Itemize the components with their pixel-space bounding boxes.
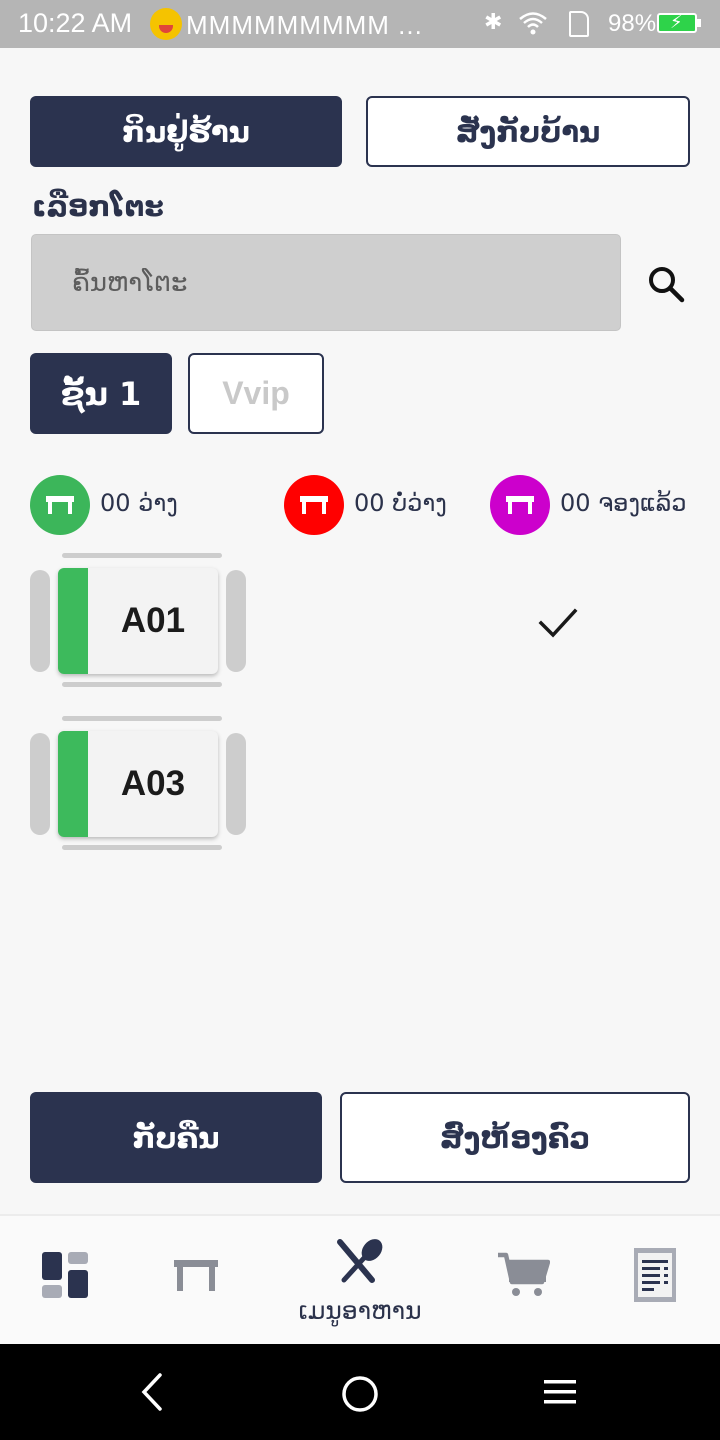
table-item-a01[interactable]: A01 — [30, 553, 246, 689]
back-button[interactable]: ກັບຄືນ — [30, 1092, 322, 1183]
legend-occupied: 00 ບໍ່ວ່າງ — [354, 489, 447, 517]
reserved-table-icon — [490, 475, 550, 535]
system-navigation-bar — [0, 1344, 720, 1440]
chair-left — [30, 733, 50, 835]
menu-nav-icon[interactable] — [542, 1376, 578, 1408]
dine-in-button[interactable]: ກິນຢູ່ຮ້ານ — [30, 96, 342, 167]
table-item-a03[interactable]: A03 — [30, 716, 246, 852]
takeaway-button[interactable]: ສັ່ງກັບບ້ານ — [366, 96, 690, 167]
status-time: 10:22 AM — [18, 8, 133, 38]
chair-top — [62, 553, 222, 558]
receipt-icon[interactable] — [634, 1248, 676, 1302]
emoji-icon — [150, 8, 182, 40]
occupied-table-icon — [284, 475, 344, 535]
chair-bottom — [62, 845, 222, 850]
bluetooth-icon: ✱ — [484, 10, 503, 35]
select-table-label: ເລືອກໂຕະ — [32, 190, 164, 223]
status-bar: 10:22 AM MMMMMMMMM ... ✱ 98% ⚡ — [0, 0, 720, 48]
table-search-input[interactable] — [32, 235, 620, 330]
cart-icon[interactable] — [498, 1252, 550, 1300]
table-card: A01 — [58, 568, 218, 674]
home-nav-icon[interactable] — [340, 1374, 380, 1414]
table-status-stripe — [58, 568, 88, 674]
table-search-box — [31, 234, 621, 331]
nav-label-food-menu: ເມນູອາຫານ — [298, 1296, 422, 1325]
wifi-icon — [519, 12, 547, 35]
table-card: A03 — [58, 731, 218, 837]
charging-icon: ⚡ — [670, 12, 683, 33]
table-icon[interactable] — [172, 1258, 220, 1294]
floor-tab-1[interactable]: ຊັ້ນ 1 — [30, 353, 172, 434]
table-name: A01 — [120, 601, 186, 640]
battery-percent: 98% — [608, 10, 657, 37]
back-nav-icon[interactable] — [136, 1372, 168, 1412]
table-name: A03 — [120, 764, 186, 803]
chair-right — [226, 733, 246, 835]
chair-left — [30, 570, 50, 672]
bottom-navigation: ເມນູອາຫານ — [0, 1214, 720, 1344]
dashboard-icon[interactable] — [42, 1252, 90, 1300]
check-icon — [538, 608, 578, 638]
search-icon[interactable] — [646, 264, 686, 304]
chair-top — [62, 716, 222, 721]
notification-icons: MMMMMMMMM ... — [186, 10, 423, 40]
floor-tab-vvip[interactable]: Vvip — [188, 353, 324, 434]
table-status-stripe — [58, 731, 88, 837]
legend-available: 00 ວ່າງ — [100, 489, 178, 517]
chair-bottom — [62, 682, 222, 687]
food-menu-icon[interactable] — [334, 1236, 386, 1288]
legend-reserved: 00 ຈອງແລ້ວ — [560, 489, 687, 517]
send-to-kitchen-button[interactable]: ສົ່ງຫ້ອງຄົວ — [340, 1092, 690, 1183]
sim-icon — [569, 11, 589, 37]
available-table-icon — [30, 475, 90, 535]
chair-right — [226, 570, 246, 672]
